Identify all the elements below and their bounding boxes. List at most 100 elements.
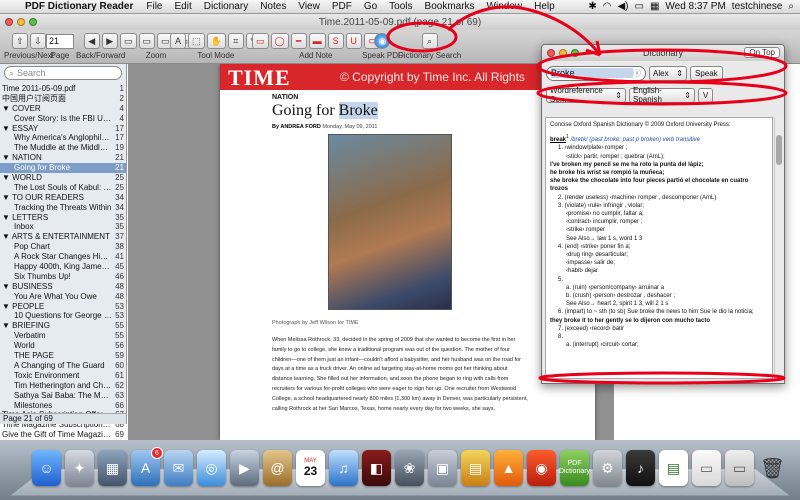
vlc-icon[interactable]: ▲ xyxy=(494,450,523,486)
toc-item[interactable]: Cover Story: Is the FBI Up to th... 4 xyxy=(0,114,126,124)
toc-item-selected[interactable]: Going for Broke 21 xyxy=(0,163,126,174)
toc-item[interactable]: Six Thumbs Up! 46 xyxy=(0,272,126,282)
menu-window[interactable]: Window xyxy=(481,1,529,12)
ipod-icon[interactable]: ♪ xyxy=(626,450,655,486)
toc-item[interactable]: ▼ BRIEFING 55 xyxy=(0,321,126,331)
zoom-fit-button[interactable]: ▭ xyxy=(138,33,156,49)
screenshots-stack-icon[interactable]: ▭ xyxy=(725,450,754,486)
app-store-icon[interactable]: A6 xyxy=(131,447,163,486)
itunes-icon[interactable]: ♫ xyxy=(329,450,358,486)
wifi-icon[interactable]: ◠ xyxy=(603,1,612,12)
highlight-note-icon[interactable]: ▬ xyxy=(308,33,326,49)
toc-item[interactable]: Why America's Anglophiles Are...17 xyxy=(0,133,126,143)
toc-item[interactable]: ▼ TO OUR READERS 34 xyxy=(0,193,126,203)
menu-app-name[interactable]: PDF Dictionary Reader xyxy=(18,1,140,12)
minimize-button[interactable] xyxy=(17,18,25,26)
toc-item[interactable]: World 56 xyxy=(0,341,126,351)
finder-icon[interactable]: ☺ xyxy=(32,450,61,486)
toc-item[interactable]: ▼ BUSINESS 48 xyxy=(0,282,126,292)
on-top-button[interactable]: On Top xyxy=(744,47,780,58)
toc-item[interactable]: The Muddle at the Middle of N...19 xyxy=(0,143,126,153)
toc-item[interactable]: A Changing of The Guard 60 xyxy=(0,361,126,371)
toc-item[interactable]: ▼ LETTERS 35 xyxy=(0,213,126,223)
toc-item[interactable]: Inbox 35 xyxy=(0,222,126,232)
address-book-icon[interactable]: @ xyxy=(263,450,292,486)
previous-page-button[interactable]: ⇧ xyxy=(11,33,28,49)
back-button[interactable]: ◀ xyxy=(83,33,100,49)
hand-tool-icon[interactable]: ✋ xyxy=(206,33,226,49)
toc-item[interactable]: ▼ NATION 21 xyxy=(0,153,126,163)
toc-item[interactable]: ▼ ARTS & ENTERTAINMENT 37 xyxy=(0,232,126,242)
crop-tool-icon[interactable]: ⌗ xyxy=(227,33,244,49)
menu-tools[interactable]: Tools xyxy=(383,1,418,12)
pdf-dictionary-app-icon[interactable]: PDF Dictionary xyxy=(559,450,590,486)
toc-item[interactable]: Time 2011-05-09.pdf 1 xyxy=(0,84,126,94)
menu-go[interactable]: Go xyxy=(358,1,383,12)
menubar-clock[interactable]: Wed 8:37 PM xyxy=(665,1,725,12)
next-page-button[interactable]: ⇩ xyxy=(29,33,46,49)
volume-icon[interactable]: ◀) xyxy=(617,1,628,12)
zoom-out-button[interactable]: ▭ xyxy=(120,33,137,49)
toc-item[interactable]: THE PAGE 59 xyxy=(0,351,126,361)
menu-edit[interactable]: Edit xyxy=(169,1,198,12)
mkv-player-icon[interactable]: ◉ xyxy=(527,450,556,486)
close-button[interactable] xyxy=(5,18,13,26)
headword[interactable]: break xyxy=(550,137,566,143)
dict-zoom-button[interactable] xyxy=(571,49,579,57)
forward-button[interactable]: ▶ xyxy=(101,33,118,49)
rectangle-note-icon[interactable]: ▭ xyxy=(252,33,269,49)
toc-item[interactable]: Tracking the Threats Within 34 xyxy=(0,203,126,213)
safari-icon[interactable]: ◎ xyxy=(197,450,226,486)
bluetooth-icon[interactable]: ✱ xyxy=(588,1,596,12)
scrollbar-thumb[interactable] xyxy=(776,135,782,165)
calendar-icon[interactable]: MAY 23 xyxy=(296,450,325,486)
menu-dictionary[interactable]: Dictionary xyxy=(198,1,254,12)
headline-selected-word[interactable]: Broke xyxy=(338,102,378,119)
preview-icon[interactable]: ▣ xyxy=(428,450,457,486)
pdf-page[interactable]: TIME © Copyright by Time Inc. All Rights… xyxy=(220,64,595,440)
dict-close-button[interactable] xyxy=(547,49,555,57)
spotlight-icon[interactable]: ⌕ xyxy=(788,1,794,12)
dictionary-search-icon[interactable]: ⌕ xyxy=(421,33,438,49)
toc-item[interactable]: Pop Chart 38 xyxy=(0,242,126,252)
menu-file[interactable]: File xyxy=(140,1,168,12)
menu-bookmarks[interactable]: Bookmarks xyxy=(419,1,481,12)
menubar-user[interactable]: testchinese xyxy=(732,1,783,12)
toc-item[interactable]: Verbatim 55 xyxy=(0,331,126,341)
toc-item[interactable]: A Rock Star Changes His Stripes41 xyxy=(0,252,126,262)
system-preferences-icon[interactable]: ⚙ xyxy=(593,450,622,486)
launchpad-icon[interactable]: ✦ xyxy=(65,450,94,486)
source-select[interactable]: Wordreference Se... ⇕ xyxy=(546,86,626,104)
downloads-stack-icon[interactable]: ▭ xyxy=(692,450,721,486)
language-select[interactable]: English-Spanish ⇕ xyxy=(629,86,695,104)
toc-item[interactable]: ▼ COVER 4 xyxy=(0,104,126,114)
facetime-icon[interactable]: ▶ xyxy=(230,450,259,486)
ibooks-icon[interactable]: ▤ xyxy=(461,450,490,486)
toc-item[interactable]: Toxic Environment 61 xyxy=(0,371,126,381)
zoom-button[interactable] xyxy=(29,18,37,26)
clear-search-icon[interactable]: ⓧ xyxy=(633,68,641,79)
v-button[interactable]: V xyxy=(698,87,714,103)
toc-item[interactable]: ▼ WORLD 25 xyxy=(0,173,126,183)
sidebar-search-field[interactable]: ⌕ Search xyxy=(4,66,122,80)
toc-item[interactable]: Give the Gift of Time Magazine! 69 xyxy=(0,430,126,440)
toc-item[interactable]: You Are What You Owe 48 xyxy=(0,292,126,302)
voice-select[interactable]: Alex ⇕ xyxy=(649,65,687,81)
photo-booth-icon[interactable]: ◧ xyxy=(362,450,391,486)
speak-pdf-icon[interactable]: ◉ xyxy=(374,33,391,49)
document-stack-icon[interactable]: ▤ xyxy=(659,450,688,486)
underline-note-icon[interactable]: U xyxy=(345,33,362,49)
text-tool-icon[interactable]: A xyxy=(170,33,186,49)
toc-item[interactable]: Happy 400th, King James Bible45 xyxy=(0,262,126,272)
line-note-icon[interactable]: ━ xyxy=(290,33,307,49)
toc-item[interactable]: The Lost Souls of Kabul: Photo...25 xyxy=(0,183,126,193)
dictionary-query-field[interactable]: Broke ⓧ xyxy=(546,65,646,81)
menu-notes[interactable]: Notes xyxy=(254,1,292,12)
toc-item[interactable]: 10 Questions for George H.W....53 xyxy=(0,311,126,321)
mission-control-icon[interactable]: ▦ xyxy=(98,450,127,486)
strike-note-icon[interactable]: S xyxy=(327,33,344,49)
dict-minimize-button[interactable] xyxy=(559,49,567,57)
toc-item[interactable]: 中国用户订阅页面 2 xyxy=(0,94,126,104)
iphoto-icon[interactable]: ❀ xyxy=(395,450,424,486)
toc-item[interactable]: ▼ PEOPLE 53 xyxy=(0,302,126,312)
